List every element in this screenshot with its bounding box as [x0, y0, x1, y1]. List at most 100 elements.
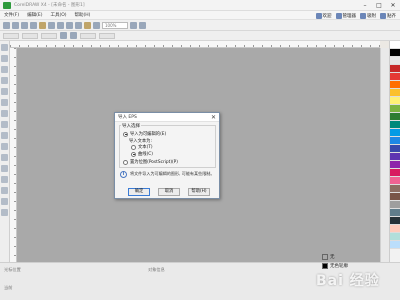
- import-icon[interactable]: [84, 21, 91, 29]
- cut-icon[interactable]: [39, 21, 46, 29]
- palette-swatch[interactable]: [390, 201, 400, 209]
- export-icon[interactable]: [93, 21, 100, 29]
- palette-swatch[interactable]: [390, 169, 400, 177]
- redo-icon[interactable]: [75, 21, 82, 29]
- menu-edit[interactable]: 编辑(E): [23, 12, 46, 18]
- palette-swatch[interactable]: [390, 153, 400, 161]
- copy-icon[interactable]: [48, 21, 55, 29]
- info-icon: i: [120, 171, 127, 178]
- ok-button[interactable]: 确定: [128, 188, 150, 196]
- help-button[interactable]: 帮助(H): [188, 188, 210, 196]
- undo-icon[interactable]: [66, 21, 73, 29]
- align-button[interactable]: 贴齐: [380, 12, 396, 19]
- welcome-button[interactable]: 欢迎: [315, 12, 332, 19]
- fill-tool-icon[interactable]: [1, 209, 8, 216]
- palette-swatch[interactable]: [390, 113, 400, 121]
- vertical-scrollbar[interactable]: [380, 48, 389, 262]
- palette-swatch[interactable]: [390, 73, 400, 81]
- option-curves[interactable]: 曲线(C): [131, 151, 153, 157]
- menu-tools[interactable]: 工具(O): [46, 12, 70, 18]
- welcome-icon: [315, 12, 322, 19]
- palette-swatch[interactable]: [390, 225, 400, 233]
- nudge-field[interactable]: [99, 32, 115, 39]
- manager-icon: [335, 12, 342, 19]
- radio-text[interactable]: [131, 144, 136, 150]
- landscape-icon[interactable]: [70, 32, 77, 39]
- option-editable[interactable]: 导入为可编辑的(E): [123, 131, 166, 137]
- print-icon[interactable]: [30, 21, 37, 29]
- open-icon[interactable]: [12, 21, 19, 29]
- option-text-label: 文本(T): [138, 145, 153, 150]
- table-tool-icon[interactable]: [1, 165, 8, 172]
- fill-swatch-icon[interactable]: [322, 253, 328, 260]
- smart-fill-tool-icon[interactable]: [1, 99, 8, 106]
- text-tool-icon[interactable]: [1, 154, 8, 161]
- status-current-text: 当前: [4, 285, 13, 290]
- save-icon[interactable]: [21, 21, 28, 29]
- maximize-button[interactable]: □: [372, 0, 386, 11]
- units-select[interactable]: [80, 32, 96, 39]
- palette-swatch[interactable]: [390, 105, 400, 113]
- portrait-icon[interactable]: [60, 32, 67, 39]
- palette-swatch[interactable]: [390, 177, 400, 185]
- palette-swatch[interactable]: [390, 209, 400, 217]
- palette-swatch[interactable]: [390, 217, 400, 225]
- palette-swatch[interactable]: [390, 185, 400, 193]
- menu-help[interactable]: 帮助(H): [71, 12, 95, 18]
- palette-swatch[interactable]: [390, 65, 400, 73]
- palette-swatch[interactable]: [390, 145, 400, 153]
- ellipse-tool-icon[interactable]: [1, 121, 8, 128]
- crop-tool-icon[interactable]: [1, 66, 8, 73]
- palette-swatch[interactable]: [390, 49, 400, 57]
- outline-label: 无色轮廓: [330, 263, 348, 269]
- close-window-button[interactable]: ✕: [386, 0, 400, 11]
- eyedropper-tool-icon[interactable]: [1, 187, 8, 194]
- snap-to-icon[interactable]: [130, 21, 137, 29]
- shape-tool-icon[interactable]: [1, 55, 8, 62]
- outline-tool-icon[interactable]: [1, 198, 8, 205]
- palette-swatch[interactable]: [390, 233, 400, 241]
- cancel-button[interactable]: 取消: [158, 188, 180, 196]
- palette-swatch[interactable]: [390, 241, 400, 249]
- palette-swatch[interactable]: [390, 41, 400, 49]
- radio-placed-bitmap[interactable]: [123, 159, 128, 165]
- page-width-field[interactable]: [22, 32, 38, 39]
- interactive-tool-icon[interactable]: [1, 176, 8, 183]
- palette-swatch[interactable]: [390, 129, 400, 137]
- dialog-close-button[interactable]: ✕: [210, 114, 217, 121]
- palette-swatch[interactable]: [390, 161, 400, 169]
- snap-button[interactable]: 吸附: [360, 12, 376, 19]
- zoom-tool-icon[interactable]: [1, 77, 8, 84]
- title-bar: CorelDRAW X4 - [未命名 - 图形1] – □ ✕: [0, 0, 400, 11]
- paper-size-select[interactable]: [3, 32, 19, 39]
- page-height-field[interactable]: [41, 32, 57, 39]
- window-title: CorelDRAW X4 - [未命名 - 图形1]: [14, 3, 85, 8]
- palette-swatch[interactable]: [390, 97, 400, 105]
- pick-tool-icon[interactable]: [1, 44, 8, 51]
- palette-swatch[interactable]: [390, 137, 400, 145]
- palette-swatch[interactable]: [390, 81, 400, 89]
- palette-swatch[interactable]: [390, 121, 400, 129]
- palette-swatch[interactable]: [390, 193, 400, 201]
- basic-shapes-tool-icon[interactable]: [1, 143, 8, 150]
- menu-file[interactable]: 文件(F): [0, 12, 23, 18]
- polygon-tool-icon[interactable]: [1, 132, 8, 139]
- freehand-tool-icon[interactable]: [1, 88, 8, 95]
- new-icon[interactable]: [3, 21, 10, 29]
- option-text[interactable]: 文本(T): [131, 144, 153, 150]
- menu-right-buttons: 欢迎 管理器 吸附 贴齐: [315, 11, 396, 20]
- radio-editable[interactable]: [123, 131, 128, 137]
- palette-swatch[interactable]: [390, 89, 400, 97]
- options-icon[interactable]: [139, 21, 146, 29]
- minimize-button[interactable]: –: [358, 0, 372, 11]
- option-placed-bitmap-label: 置为位图(PostScript)(P): [130, 160, 178, 165]
- paste-icon[interactable]: [57, 21, 64, 29]
- option-placed-bitmap[interactable]: 置为位图(PostScript)(P): [123, 159, 178, 165]
- zoom-level-input[interactable]: 100%: [102, 21, 128, 29]
- rectangle-tool-icon[interactable]: [1, 110, 8, 117]
- manager-button[interactable]: 管理器: [335, 12, 357, 19]
- palette-swatch[interactable]: [390, 57, 400, 65]
- manager-label: 管理器: [342, 13, 357, 19]
- radio-curves[interactable]: [131, 151, 136, 157]
- outline-swatch-icon[interactable]: [322, 262, 328, 269]
